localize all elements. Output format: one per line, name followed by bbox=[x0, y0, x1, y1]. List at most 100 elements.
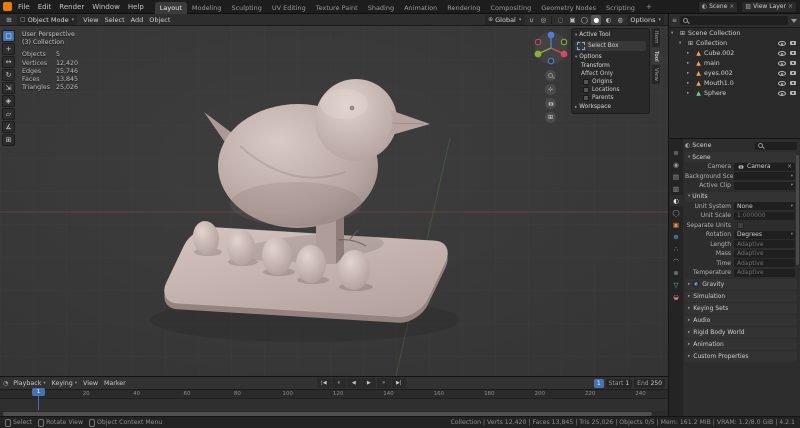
outliner-editor-icon[interactable]: ≡ bbox=[672, 17, 677, 24]
playhead-frame-label[interactable]: 1 bbox=[32, 388, 45, 396]
options-panel-header[interactable]: Options bbox=[573, 52, 648, 62]
viewport-menu-item[interactable]: Add bbox=[128, 16, 147, 24]
collapsed-panel-header[interactable]: Audio bbox=[685, 315, 797, 326]
properties-tab[interactable]: ▤ bbox=[670, 171, 683, 182]
remove-view-layer-icon[interactable] bbox=[788, 3, 793, 10]
sidebar-tab[interactable]: Tool bbox=[652, 48, 660, 65]
properties-tab[interactable]: ◉ bbox=[670, 159, 683, 170]
proportional-editing-toggle[interactable]: ◎ bbox=[538, 15, 548, 25]
panel-checkbox[interactable] bbox=[694, 281, 699, 286]
viewport-options-dropdown[interactable]: Options bbox=[627, 15, 664, 25]
active-clip-field[interactable] bbox=[734, 182, 795, 190]
tool-button[interactable]: ⊞ bbox=[2, 134, 15, 146]
property-field[interactable]: Adaptive bbox=[734, 259, 795, 267]
workspace-tab[interactable]: Texture Paint bbox=[311, 2, 363, 14]
viewport-menu-item[interactable]: Object bbox=[146, 16, 173, 24]
disable-in-render-toggle[interactable] bbox=[789, 49, 797, 57]
camera-view-button[interactable] bbox=[545, 98, 556, 109]
outliner-row[interactable]: ▲ Mouth1.0 bbox=[669, 78, 800, 88]
tool-button[interactable]: ↔ bbox=[2, 56, 15, 68]
hide-in-viewport-toggle[interactable] bbox=[778, 49, 786, 57]
sidebar-tab[interactable]: Item bbox=[652, 28, 660, 47]
units-panel-header[interactable]: Units bbox=[685, 192, 797, 202]
tool-button[interactable]: ◈ bbox=[2, 95, 15, 107]
frame-end-field[interactable]: End 250 bbox=[634, 379, 665, 388]
shading-wireframe-button[interactable]: ◯ bbox=[579, 15, 589, 25]
playhead[interactable]: 1 bbox=[38, 389, 39, 410]
tool-button[interactable]: + bbox=[2, 43, 15, 55]
disclosure-icon[interactable] bbox=[679, 41, 685, 46]
outliner-row[interactable]: ▲ eyes.002 bbox=[669, 68, 800, 78]
timeline-menu-item[interactable]: Playback bbox=[10, 380, 48, 387]
checkbox[interactable] bbox=[583, 95, 589, 101]
sidebar-tab[interactable]: View bbox=[652, 65, 660, 84]
workspace-tab[interactable]: UV Editing bbox=[267, 2, 311, 14]
disclosure-icon[interactable] bbox=[687, 71, 693, 76]
disable-in-render-toggle[interactable] bbox=[789, 39, 797, 47]
current-frame-field[interactable]: 1 bbox=[594, 379, 604, 388]
collapsed-panel-header[interactable]: Animation bbox=[685, 339, 797, 350]
viewport-3d[interactable]: ▢ + ↔ ↻ ⇲ ◈ ▱ ∡ ⊞ User Perspective (3) C… bbox=[0, 26, 668, 376]
checkbox-row[interactable]: Parents bbox=[573, 94, 648, 102]
properties-tab[interactable]: ⊗ bbox=[670, 267, 683, 278]
collapsed-panel-header[interactable]: Simulation bbox=[685, 291, 797, 302]
timeline-menu-item[interactable]: Keying bbox=[49, 380, 80, 387]
properties-tab[interactable]: ⊕ bbox=[670, 231, 683, 242]
tool-button[interactable]: ↻ bbox=[2, 69, 15, 81]
menu-item[interactable]: Edit bbox=[34, 2, 56, 12]
outliner-row[interactable]: ⊞ Collection bbox=[669, 38, 800, 48]
unlink-scene-icon[interactable] bbox=[729, 3, 734, 10]
outliner-row[interactable]: ▲ Sphere bbox=[669, 88, 800, 98]
menu-item[interactable]: File bbox=[14, 2, 34, 12]
hide-in-viewport-toggle[interactable] bbox=[778, 59, 786, 67]
workspace-tab[interactable]: Modeling bbox=[187, 2, 227, 14]
background-scene-field[interactable] bbox=[734, 172, 795, 180]
properties-tab[interactable]: ▣ bbox=[670, 219, 683, 230]
collapsed-panel-header[interactable]: Custom Properties bbox=[685, 351, 797, 362]
properties-tab[interactable]: ◠ bbox=[670, 255, 683, 266]
collapsed-panel-header[interactable]: Keying Sets bbox=[685, 303, 797, 314]
disclosure-icon[interactable] bbox=[687, 51, 693, 56]
camera-field[interactable]: Camera bbox=[734, 163, 795, 171]
frame-start-field[interactable]: Start 1 bbox=[606, 379, 633, 388]
properties-tab[interactable]: ◐ bbox=[670, 195, 683, 206]
disable-in-render-toggle[interactable] bbox=[789, 59, 797, 67]
timeline-editor-icon[interactable]: ◔ bbox=[3, 380, 8, 387]
scene-panel-header[interactable]: Scene bbox=[685, 152, 797, 162]
properties-tab[interactable]: ⊚ bbox=[670, 147, 683, 158]
property-field[interactable]: Adaptive bbox=[734, 269, 795, 277]
transport-button[interactable]: » bbox=[377, 378, 391, 388]
transport-button[interactable]: |◀ bbox=[317, 378, 331, 388]
shading-rendered-button[interactable]: ◍ bbox=[615, 15, 625, 25]
toggle-perspective-button[interactable]: ⊞ bbox=[545, 112, 556, 123]
tool-button[interactable]: ∡ bbox=[2, 121, 15, 133]
tool-button[interactable]: ▱ bbox=[2, 108, 15, 120]
snap-magnet-toggle[interactable]: ∪ bbox=[526, 15, 536, 25]
tool-button[interactable]: ▢ bbox=[2, 30, 15, 42]
hide-in-viewport-toggle[interactable] bbox=[778, 79, 786, 87]
transport-button[interactable]: ▶| bbox=[392, 378, 406, 388]
transport-button[interactable]: ▶ bbox=[362, 378, 376, 388]
property-field[interactable]: 1.000000 bbox=[734, 212, 795, 220]
hide-in-viewport-toggle[interactable] bbox=[778, 39, 786, 47]
properties-scrollbar[interactable] bbox=[796, 155, 799, 265]
viewport-menu-item[interactable]: Select bbox=[102, 16, 128, 24]
workspace-tab[interactable]: Sculpting bbox=[226, 2, 266, 14]
property-field[interactable]: Adaptive bbox=[734, 250, 795, 258]
checkbox-row[interactable]: Locations bbox=[573, 86, 648, 94]
workspace-tab[interactable]: Scripting bbox=[601, 2, 640, 14]
transform-orientation-dropdown[interactable]: ⊕ Global bbox=[485, 15, 524, 25]
outliner-row[interactable]: ▲ Cube.002 bbox=[669, 48, 800, 58]
outliner-search-input[interactable] bbox=[680, 16, 788, 25]
hide-in-viewport-toggle[interactable] bbox=[778, 69, 786, 77]
disable-in-render-toggle[interactable] bbox=[789, 89, 797, 97]
properties-tab[interactable]: ▧ bbox=[670, 183, 683, 194]
outliner-row[interactable]: ▲ main bbox=[669, 58, 800, 68]
menu-item[interactable]: Help bbox=[124, 2, 148, 12]
timeline-track[interactable] bbox=[0, 399, 668, 411]
pan-button[interactable]: ⊹ bbox=[545, 84, 556, 95]
disable-in-render-toggle[interactable] bbox=[789, 69, 797, 77]
properties-tab[interactable]: ▽ bbox=[670, 279, 683, 290]
properties-tab[interactable]: ◒ bbox=[670, 291, 683, 302]
workspace-tab[interactable]: Animation bbox=[399, 2, 442, 14]
